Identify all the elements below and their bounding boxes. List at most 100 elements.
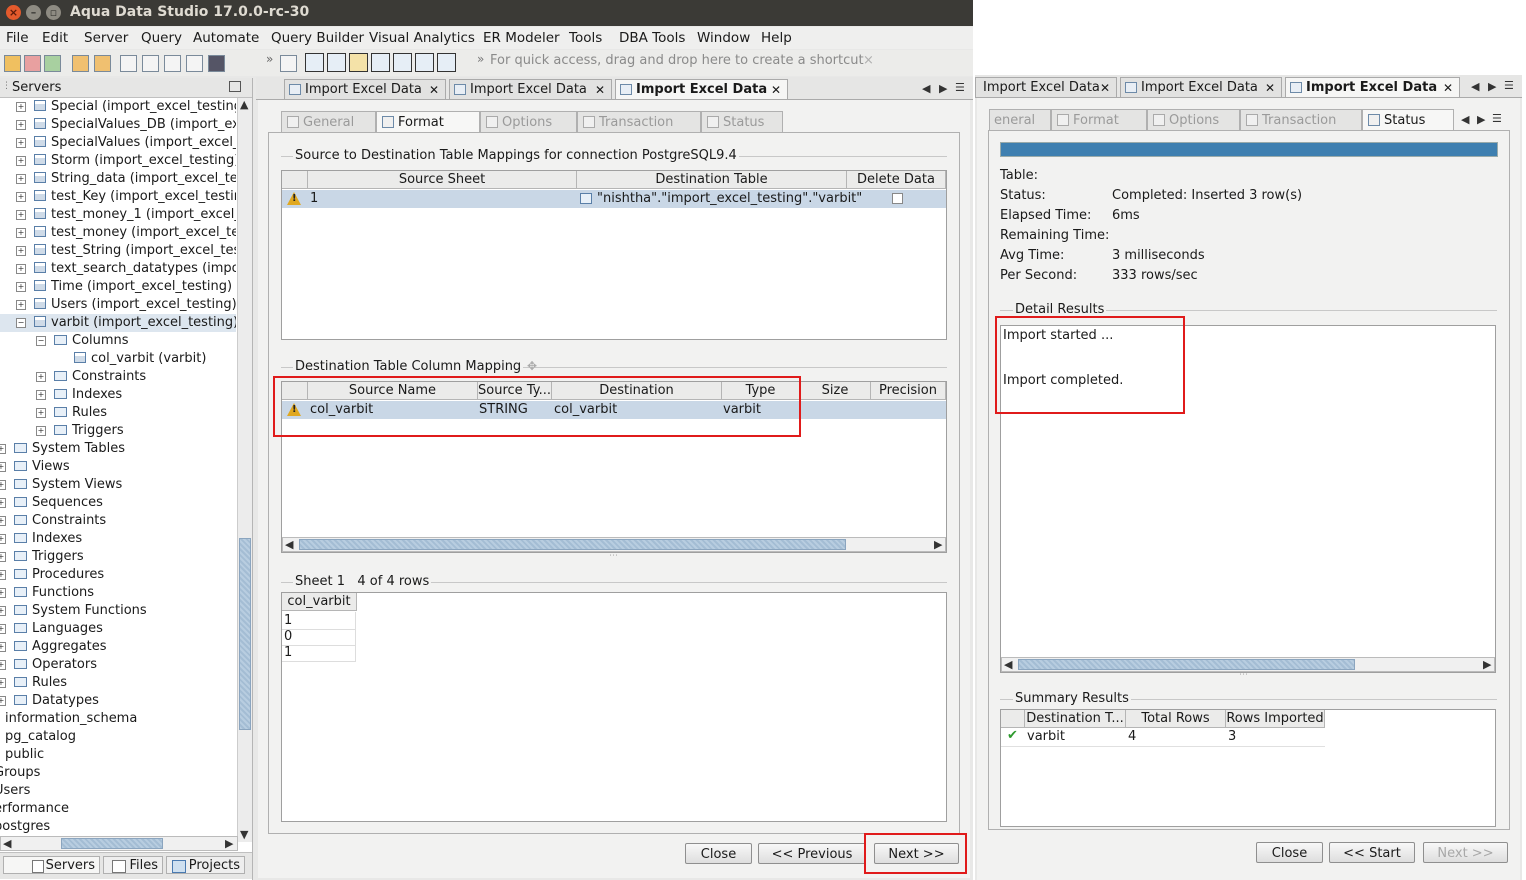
col-precision[interactable]: Precision — [871, 382, 946, 400]
layout-6-icon[interactable] — [415, 53, 434, 72]
tree-node[interactable]: Groups — [0, 764, 236, 782]
tree-node[interactable]: + Triggers — [0, 548, 236, 566]
new-connection-icon[interactable] — [4, 55, 21, 72]
menu-query-builder[interactable]: Query Builder — [271, 30, 364, 46]
tree-node[interactable]: + Time (import_excel_testing) — [0, 278, 236, 296]
detail-scrollbar[interactable]: ◀ ▶ — [1001, 657, 1495, 672]
tree-node[interactable]: − Columns — [0, 332, 236, 350]
expand-toggle-icon[interactable]: + — [16, 174, 26, 184]
tree-node[interactable]: + Datatypes — [0, 692, 236, 710]
script-icon[interactable] — [280, 55, 297, 72]
close-tab-icon[interactable]: ✕ — [595, 80, 605, 100]
step-format[interactable]: Format — [376, 111, 480, 132]
step-list-icon[interactable]: ☰ — [1492, 112, 1502, 125]
query-analyzer-icon[interactable] — [142, 55, 159, 72]
tree-node[interactable]: + System Functions — [0, 602, 236, 620]
expand-toggle-icon[interactable]: + — [0, 588, 6, 598]
tree-node[interactable]: + Functions — [0, 584, 236, 602]
expand-toggle-icon[interactable]: + — [0, 570, 6, 580]
tree-node[interactable]: Users — [0, 782, 236, 800]
expand-toggle-icon[interactable]: + — [16, 282, 26, 292]
restore-panel-icon[interactable] — [229, 81, 241, 92]
expand-toggle-icon[interactable]: + — [0, 552, 6, 562]
tree-node[interactable]: + Indexes — [0, 386, 236, 404]
step-transaction[interactable]: Transaction — [577, 111, 701, 132]
close-window-icon[interactable]: × — [6, 5, 21, 20]
menu-tools[interactable]: Tools — [569, 30, 602, 46]
tree-node[interactable]: + Languages — [0, 620, 236, 638]
tree-node[interactable]: + test_String (import_excel_test — [0, 242, 236, 260]
expand-toggle-icon[interactable]: + — [36, 372, 46, 382]
tree-node[interactable]: + Procedures — [0, 566, 236, 584]
tree-node[interactable]: + Aggregates — [0, 638, 236, 656]
tree-node[interactable]: + test_money (import_excel_tes — [0, 224, 236, 242]
expand-toggle-icon[interactable]: − — [36, 336, 46, 346]
register-server-icon[interactable] — [24, 55, 41, 72]
tree-node[interactable]: + Rules — [0, 674, 236, 692]
expand-toggle-icon[interactable]: + — [16, 300, 26, 310]
terminal-icon[interactable] — [208, 55, 225, 72]
tab-import-excel-2[interactable]: Import Excel Data ✕ — [449, 79, 612, 99]
column-mapping-grid[interactable]: Source Name Source Ty... Destination Typ… — [281, 381, 947, 553]
table-row[interactable]: col_varbit STRING col_varbit varbit — [282, 401, 946, 419]
col-total-rows[interactable]: Total Rows — [1126, 710, 1226, 728]
tab-projects[interactable]: Projects — [166, 856, 245, 874]
previous-button[interactable]: << Previous — [758, 843, 866, 864]
tab-import-excel-2[interactable]: Import Excel Data ✕ — [1120, 77, 1282, 97]
expand-toggle-icon[interactable]: + — [0, 624, 6, 634]
expand-toggle-icon[interactable]: + — [16, 156, 26, 166]
layout-1-icon[interactable] — [305, 53, 324, 72]
wand-icon[interactable] — [72, 55, 89, 72]
expand-toggle-icon[interactable]: + — [0, 534, 6, 544]
tree-node[interactable]: + Triggers — [0, 422, 236, 440]
menu-help[interactable]: Help — [761, 30, 792, 46]
menu-dba-tools[interactable]: DBA Tools — [619, 30, 685, 46]
expand-toggle-icon[interactable]: + — [0, 678, 6, 688]
layout-4-icon[interactable] — [371, 53, 390, 72]
expand-toggle-icon[interactable]: + — [0, 498, 6, 508]
tree-node[interactable]: − varbit (import_excel_testing) — [0, 314, 236, 332]
step-scroll-right-icon[interactable]: ▶ — [1477, 113, 1485, 126]
tab-servers[interactable]: Servers — [3, 856, 100, 874]
splitter-grip-icon[interactable]: ⋯ — [609, 551, 618, 561]
menu-er-modeler[interactable]: ER Modeler — [483, 30, 560, 46]
tab-scroll-right-icon[interactable]: ▶ — [1488, 80, 1496, 93]
expand-toggle-icon[interactable]: + — [36, 426, 46, 436]
sheet-col-header[interactable]: col_varbit — [282, 593, 357, 611]
tree-node[interactable]: pg_catalog — [0, 728, 236, 746]
expand-toggle-icon[interactable]: + — [16, 246, 26, 256]
col-type[interactable]: Type — [722, 382, 800, 400]
expand-toggle-icon[interactable]: + — [16, 102, 26, 112]
close-tab-icon[interactable]: ✕ — [429, 80, 439, 100]
menu-automate[interactable]: Automate — [193, 30, 259, 46]
tree-node[interactable]: + String_data (import_excel_tes — [0, 170, 236, 188]
menu-window[interactable]: Window — [697, 30, 750, 46]
step-status[interactable]: Status — [701, 111, 783, 132]
tab-import-excel-3[interactable]: Import Excel Data ✕ — [615, 79, 788, 99]
expand-toggle-icon[interactable]: + — [0, 642, 6, 652]
step-status[interactable]: Status — [1362, 109, 1454, 130]
expand-toggle-icon[interactable]: + — [0, 444, 6, 454]
next-button[interactable]: Next >> — [874, 843, 959, 864]
layout-2-icon[interactable] — [327, 53, 346, 72]
drag-handle-icon[interactable]: ✥ — [527, 359, 537, 373]
tree-node[interactable]: + Operators — [0, 656, 236, 674]
expand-toggle-icon[interactable]: + — [0, 462, 6, 472]
tree-node[interactable]: + text_search_datatypes (impo — [0, 260, 236, 278]
step-format[interactable]: Format — [1051, 109, 1147, 130]
tree-node[interactable]: + Storm (import_excel_testing) — [0, 152, 236, 170]
overflow-chevron-icon[interactable]: » — [266, 52, 273, 66]
expand-toggle-icon[interactable]: + — [16, 210, 26, 220]
tree-node[interactable]: + Views — [0, 458, 236, 476]
expand-toggle-icon[interactable]: − — [16, 318, 26, 328]
expand-toggle-icon[interactable]: + — [16, 264, 26, 274]
table-mapping-grid[interactable]: Source Sheet Destination Table Delete Da… — [281, 170, 947, 340]
col-destination-table[interactable]: Destination Table — [577, 171, 847, 189]
summary-results-grid[interactable]: Destination T... Total Rows Rows Importe… — [1000, 709, 1496, 827]
sheet-preview-grid[interactable]: col_varbit 1 0 1 — [281, 592, 947, 822]
tree-node[interactable]: + SpecialValues_DB (import_exc — [0, 116, 236, 134]
wand2-icon[interactable] — [94, 55, 111, 72]
server-properties-icon[interactable] — [44, 55, 61, 72]
dismiss-hint-icon[interactable]: × — [863, 53, 874, 68]
tree-node[interactable]: + test_Key (import_excel_testin — [0, 188, 236, 206]
